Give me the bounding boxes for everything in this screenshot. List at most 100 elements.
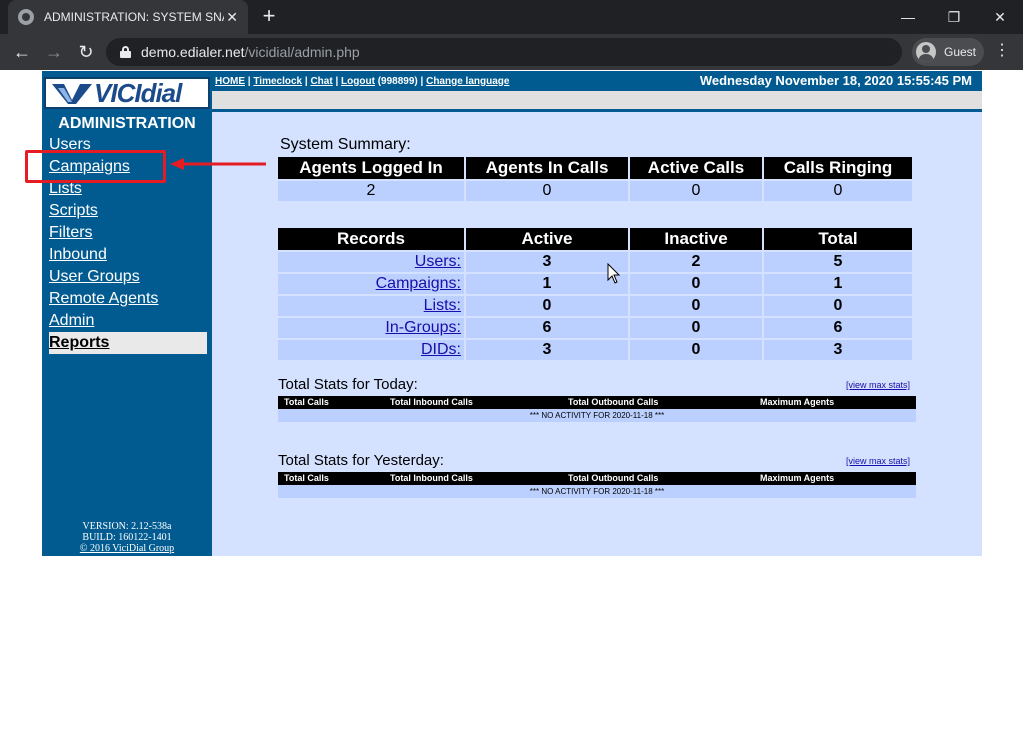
home-link[interactable]: HOME (215, 76, 245, 87)
close-window-icon[interactable]: ✕ (977, 0, 1023, 34)
new-tab-button[interactable]: + (256, 5, 282, 29)
inactive-cell: 0 (630, 274, 762, 294)
stats-yesterday-title: Total Stats for Yesterday: (278, 452, 444, 469)
chat-link[interactable]: Chat (310, 76, 332, 87)
header-total-inbound-calls: Total Inbound Calls (390, 397, 473, 407)
records-table: Records Active Inactive Total Users: 3 2… (276, 226, 914, 362)
stats-today-title: Total Stats for Today: (278, 376, 418, 393)
system-summary-title: System Summary: (280, 136, 411, 153)
sidebar-item-reports[interactable]: Reports (49, 332, 207, 354)
version-text: VERSION: 2.12-538a (82, 521, 172, 532)
row-label-cell: In-Groups: (278, 318, 464, 338)
avatar-icon (916, 42, 936, 62)
main-content: System Summary: Agents Logged In Agents … (212, 112, 982, 556)
mouse-cursor-icon (607, 263, 621, 284)
row-label-cell: Lists: (278, 296, 464, 316)
header-total-inbound-calls: Total Inbound Calls (390, 473, 473, 483)
header-records: Records (278, 228, 464, 250)
minimize-icon[interactable]: — (885, 0, 931, 34)
active-cell: 3 (466, 252, 628, 272)
change-language-link[interactable]: Change language (426, 76, 509, 87)
sidebar-item-scripts[interactable]: Scripts (49, 200, 207, 222)
current-datetime: Wednesday November 18, 2020 15:55:45 PM (699, 73, 972, 88)
stats-yesterday-header: Total Calls Total Inbound Calls Total Ou… (278, 472, 916, 485)
header-strip (212, 91, 982, 109)
copyright-link[interactable]: © 2016 ViciDial Group (42, 543, 212, 554)
header-total-outbound-calls: Total Outbound Calls (568, 397, 659, 407)
back-arrow-icon[interactable]: ← (10, 40, 34, 64)
value-active-calls: 0 (630, 181, 762, 201)
summary-header-row: Agents Logged In Agents In Calls Active … (278, 157, 912, 179)
browser-toolbar: ← → ↻ demo.edialer.net/vicidial/admin.ph… (0, 34, 1023, 70)
tab-title: ADMINISTRATION: SYSTEM SNAP (44, 10, 224, 24)
row-label-cell: Campaigns: (278, 274, 464, 294)
profile-button[interactable]: Guest (912, 38, 984, 66)
header-total: Total (764, 228, 912, 250)
timeclock-link[interactable]: Timeclock (253, 76, 302, 87)
value-agents-in-calls: 0 (466, 181, 628, 201)
globe-icon (18, 9, 34, 25)
dids-link[interactable]: DIDs: (421, 341, 461, 358)
window-controls: — ❐ ✕ (885, 0, 1023, 34)
in-groups-link[interactable]: In-Groups: (385, 319, 461, 336)
table-row: Campaigns: 1 0 1 (278, 274, 912, 294)
sidebar: VICIdial ADMINISTRATION Users Campaigns … (42, 71, 212, 556)
header-agents-logged-in: Agents Logged In (278, 157, 464, 179)
vicidial-logo[interactable]: VICIdial (44, 77, 210, 109)
summary-value-row: 2 0 0 0 (278, 181, 912, 201)
profile-label: Guest (944, 45, 977, 59)
header-maximum-agents: Maximum Agents (760, 397, 835, 407)
logo-text: VICIdial (94, 78, 182, 108)
view-max-stats-today-link[interactable]: [view max stats] (846, 380, 910, 390)
lists-link[interactable]: Lists: (424, 297, 461, 314)
header-active-calls: Active Calls (630, 157, 762, 179)
close-tab-icon[interactable]: ✕ (226, 9, 238, 26)
view-max-stats-yesterday-link[interactable]: [view max stats] (846, 456, 910, 466)
users-link[interactable]: Users: (415, 253, 461, 270)
total-cell: 1 (764, 274, 912, 294)
sidebar-item-inbound[interactable]: Inbound (49, 244, 207, 266)
total-cell: 5 (764, 252, 912, 272)
more-menu-icon[interactable]: ⋮ (992, 40, 1012, 64)
row-label-cell: Users: (278, 252, 464, 272)
sidebar-item-user-groups[interactable]: User Groups (49, 266, 207, 288)
system-summary-table: Agents Logged In Agents In Calls Active … (276, 155, 914, 203)
sidebar-item-remote-agents[interactable]: Remote Agents (49, 288, 207, 310)
restore-icon[interactable]: ❐ (931, 0, 977, 34)
url-host: demo.edialer.net (141, 44, 245, 60)
browser-tab-bar: ADMINISTRATION: SYSTEM SNAP ✕ + — ❐ ✕ (0, 0, 1023, 34)
version-info: VERSION: 2.12-538a BUILD: 160122-1401 © … (42, 521, 212, 554)
table-row: Lists: 0 0 0 (278, 296, 912, 316)
top-links-bar: HOME | Timeclock | Chat | Logout (998899… (212, 71, 982, 91)
total-cell: 0 (764, 296, 912, 316)
address-bar[interactable]: demo.edialer.net/vicidial/admin.php (106, 38, 902, 66)
header-active: Active (466, 228, 628, 250)
active-cell: 3 (466, 340, 628, 360)
build-text: BUILD: 160122-1401 (82, 532, 172, 543)
top-links: HOME | Timeclock | Chat | Logout (998899… (215, 75, 510, 87)
active-cell: 1 (466, 274, 628, 294)
header-agents-in-calls: Agents In Calls (466, 157, 628, 179)
stats-yesterday-message: *** NO ACTIVITY FOR 2020-11-18 *** (278, 485, 916, 498)
header-total-calls: Total Calls (284, 473, 329, 483)
sidebar-item-filters[interactable]: Filters (49, 222, 207, 244)
stats-today-message: *** NO ACTIVITY FOR 2020-11-18 *** (278, 409, 916, 422)
logo-mark-icon (52, 84, 92, 104)
active-cell: 0 (466, 296, 628, 316)
header-inactive: Inactive (630, 228, 762, 250)
table-row: In-Groups: 6 0 6 (278, 318, 912, 338)
total-cell: 3 (764, 340, 912, 360)
sidebar-item-admin[interactable]: Admin (49, 310, 207, 332)
header-total-calls: Total Calls (284, 397, 329, 407)
browser-tab[interactable]: ADMINISTRATION: SYSTEM SNAP ✕ (8, 0, 248, 34)
records-header-row: Records Active Inactive Total (278, 228, 912, 250)
header-total-outbound-calls: Total Outbound Calls (568, 473, 659, 483)
reload-icon[interactable]: ↻ (74, 40, 98, 64)
value-calls-ringing: 0 (764, 181, 912, 201)
highlight-box (25, 150, 166, 183)
vicidial-page: VICIdial ADMINISTRATION Users Campaigns … (42, 71, 982, 556)
forward-arrow-icon[interactable]: → (42, 40, 66, 64)
logout-link[interactable]: Logout (341, 76, 375, 87)
total-cell: 6 (764, 318, 912, 338)
campaigns-link[interactable]: Campaigns: (376, 275, 461, 292)
